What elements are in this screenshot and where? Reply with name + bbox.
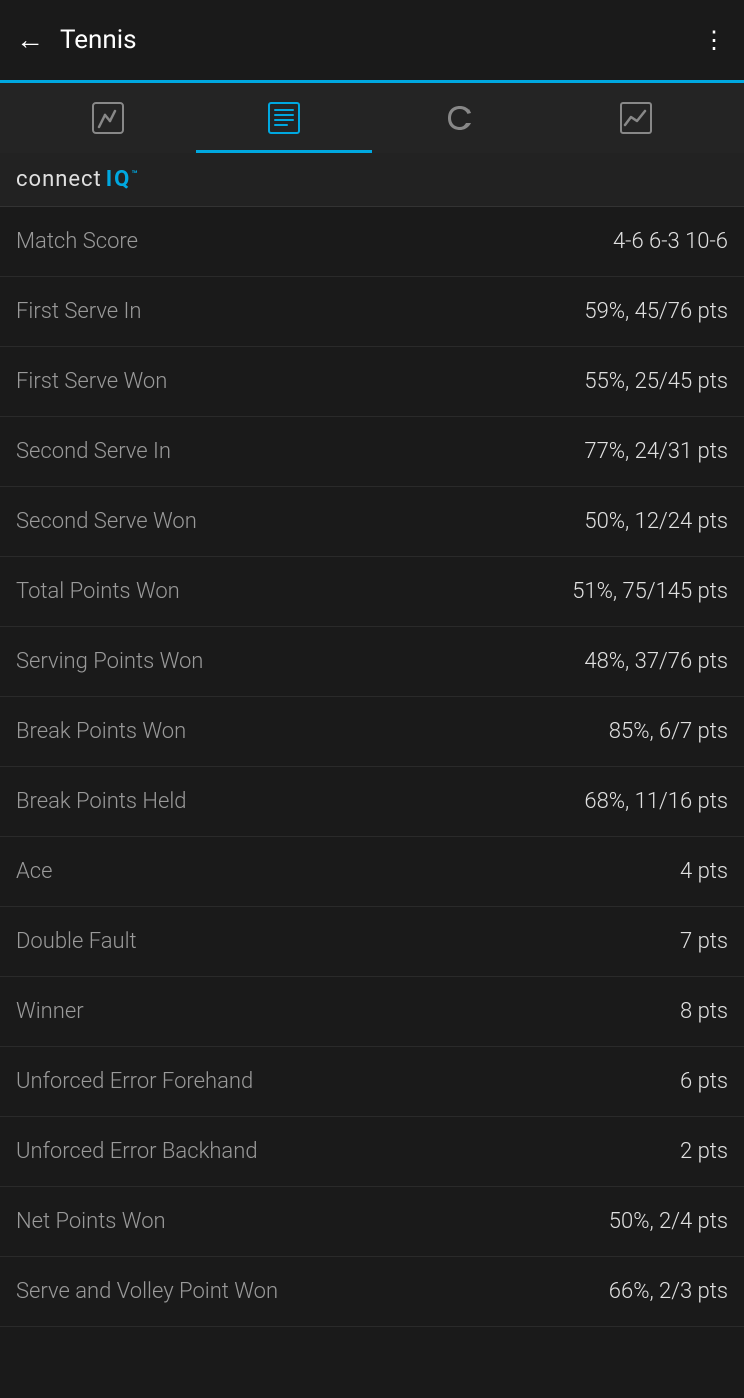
stat-label: Break Points Won [16, 719, 609, 744]
tab-activity[interactable] [20, 83, 196, 153]
stat-label: Break Points Held [16, 789, 584, 814]
stat-label: Match Score [16, 229, 613, 254]
stat-row: Unforced Error Forehand6 pts [0, 1047, 744, 1117]
stat-row: First Serve Won55%, 25/45 pts [0, 347, 744, 417]
stats-container: Match Score4-6 6-3 10-6First Serve In59%… [0, 207, 744, 1327]
stat-value: 85%, 6/7 pts [609, 719, 728, 744]
stat-label: Double Fault [16, 929, 680, 954]
stat-row: Serving Points Won48%, 37/76 pts [0, 627, 744, 697]
stat-value: 50%, 2/4 pts [609, 1209, 728, 1234]
tab-charts[interactable] [548, 83, 724, 153]
connect-text: connect [16, 167, 102, 192]
app-header: ← Tennis ⋮ [0, 0, 744, 80]
stat-value: 66%, 2/3 pts [609, 1279, 728, 1304]
stat-label: Ace [16, 859, 680, 884]
stat-value: 68%, 11/16 pts [584, 789, 728, 814]
stat-row: Match Score4-6 6-3 10-6 [0, 207, 744, 277]
stat-label: Second Serve Won [16, 509, 584, 534]
stat-value: 7 pts [680, 929, 728, 954]
stat-label: Net Points Won [16, 1209, 609, 1234]
stat-value: 48%, 37/76 pts [584, 649, 728, 674]
tab-laps[interactable] [372, 83, 548, 153]
stat-value: 8 pts [680, 999, 728, 1024]
stat-label: Winner [16, 999, 680, 1024]
stat-row: First Serve In59%, 45/76 pts [0, 277, 744, 347]
stat-row: Ace4 pts [0, 837, 744, 907]
stats-icon [266, 100, 302, 136]
stat-label: Unforced Error Forehand [16, 1069, 680, 1094]
stat-row: Break Points Held68%, 11/16 pts [0, 767, 744, 837]
menu-button[interactable]: ⋮ [702, 26, 728, 54]
stat-label: Total Points Won [16, 579, 572, 604]
connect-iq-logo: connect IQ™ [16, 167, 728, 192]
stat-value: 4 pts [680, 859, 728, 884]
stat-value: 77%, 24/31 pts [584, 439, 728, 464]
stat-label: Serve and Volley Point Won [16, 1279, 609, 1304]
charts-icon [618, 100, 654, 136]
stat-row: Total Points Won51%, 75/145 pts [0, 557, 744, 627]
activity-icon [90, 100, 126, 136]
laps-icon [442, 100, 478, 136]
tab-bar [0, 83, 744, 153]
stat-label: Unforced Error Backhand [16, 1139, 680, 1164]
stat-value: 2 pts [680, 1139, 728, 1164]
stat-label: Serving Points Won [16, 649, 584, 674]
stat-row: Serve and Volley Point Won66%, 2/3 pts [0, 1257, 744, 1327]
stat-value: 4-6 6-3 10-6 [613, 229, 728, 254]
stat-row: Second Serve In77%, 24/31 pts [0, 417, 744, 487]
stat-value: 59%, 45/76 pts [584, 299, 728, 324]
stat-row: Winner8 pts [0, 977, 744, 1047]
stat-label: Second Serve In [16, 439, 584, 464]
connect-iq-bar: connect IQ™ [0, 153, 744, 207]
stat-value: 50%, 12/24 pts [584, 509, 728, 534]
page-title: Tennis [60, 25, 702, 55]
stat-value: 51%, 75/145 pts [572, 579, 728, 604]
stat-value: 6 pts [680, 1069, 728, 1094]
stat-row: Unforced Error Backhand2 pts [0, 1117, 744, 1187]
stat-row: Break Points Won85%, 6/7 pts [0, 697, 744, 767]
iq-text: IQ™ [106, 167, 140, 192]
back-button[interactable]: ← [16, 26, 44, 54]
stat-row: Second Serve Won50%, 12/24 pts [0, 487, 744, 557]
stat-row: Net Points Won50%, 2/4 pts [0, 1187, 744, 1257]
stat-label: First Serve In [16, 299, 584, 324]
stat-value: 55%, 25/45 pts [584, 369, 728, 394]
tab-stats[interactable] [196, 83, 372, 153]
stat-label: First Serve Won [16, 369, 584, 394]
stat-row: Double Fault7 pts [0, 907, 744, 977]
